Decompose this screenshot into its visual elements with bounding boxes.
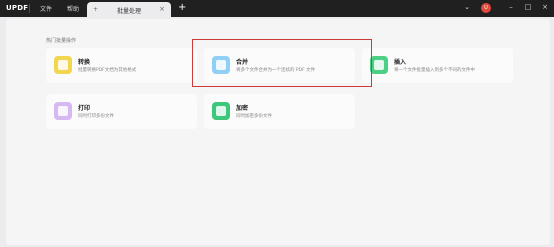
avatar[interactable]: U	[481, 3, 491, 13]
card-desc: 将一个文件批量插入到多个不同的文件中	[394, 68, 475, 73]
dropdown-icon[interactable]: ⌄	[461, 3, 473, 11]
close-button[interactable]: ×	[539, 3, 551, 11]
tab-close-icon[interactable]: ×	[159, 5, 165, 13]
card-insert[interactable]: 插入 将一个文件批量插入到多个不同的文件中	[362, 48, 513, 83]
menu-help[interactable]: 帮助	[67, 4, 79, 13]
lock-icon	[212, 102, 230, 120]
card-title: 转换	[78, 59, 91, 66]
separator	[29, 4, 30, 13]
menu-file[interactable]: 文件	[40, 4, 52, 13]
insert-icon	[370, 56, 388, 74]
card-desc: 同时打印多份文件	[78, 114, 114, 119]
convert-icon	[54, 56, 72, 74]
card-convert[interactable]: 转换 批量转换PDF文档为其他格式	[46, 48, 197, 83]
highlight-box	[192, 39, 372, 87]
card-title: 插入	[394, 59, 407, 66]
card-desc: 同时加密多份文件	[236, 114, 272, 119]
card-encrypt[interactable]: 加密 同时加密多份文件	[204, 94, 355, 129]
card-title: 加密	[236, 105, 249, 112]
card-title: 打印	[78, 105, 91, 112]
card-desc: 批量转换PDF文档为其他格式	[78, 68, 137, 73]
maximize-button[interactable]: □	[522, 3, 534, 11]
card-print[interactable]: 打印 同时打印多份文件	[46, 94, 197, 129]
add-tab-button[interactable]: +	[178, 2, 186, 13]
title-bar: UPDF 文件 帮助 + 批量处理 × + ⌄ U – □ ×	[0, 0, 554, 17]
minimize-button[interactable]: –	[505, 3, 517, 11]
app-logo: UPDF	[6, 4, 29, 12]
section-title: 热门批量操作	[46, 38, 77, 44]
print-icon	[54, 102, 72, 120]
tab-batch[interactable]: + 批量处理 ×	[87, 2, 171, 17]
